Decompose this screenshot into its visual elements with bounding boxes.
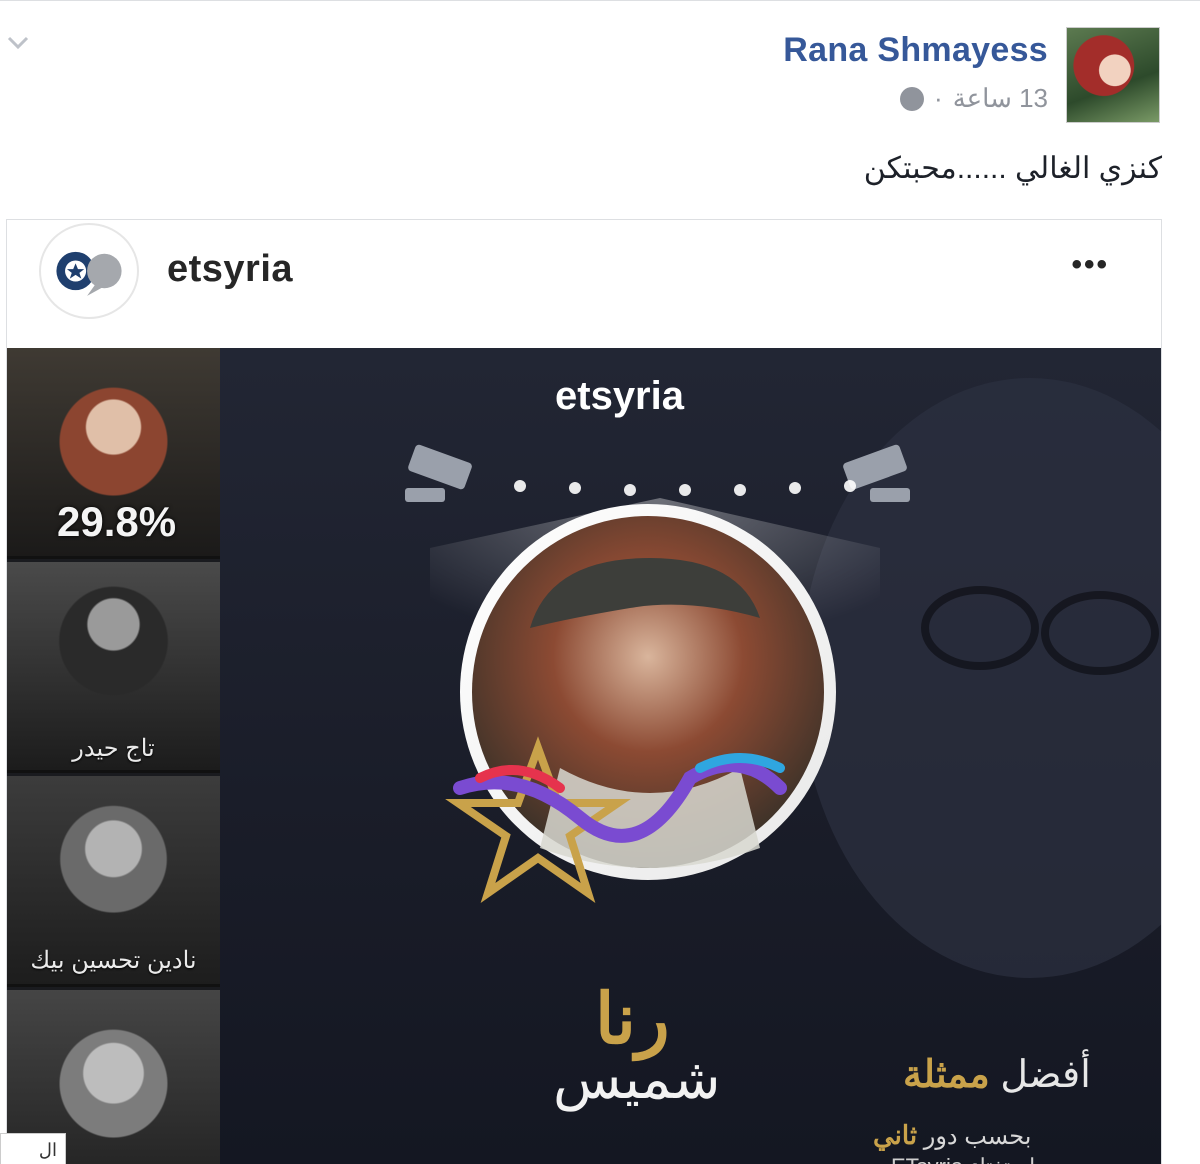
post-timestamp[interactable]: 13 ساعة <box>953 83 1048 114</box>
sidebar-ranking: 29.8% تاج حيدر نادين تحسين بيك <box>7 348 220 1164</box>
chevron-down-icon[interactable] <box>6 35 30 51</box>
globe-icon[interactable] <box>900 86 925 111</box>
partial-tag[interactable]: ال <box>0 1133 66 1164</box>
sidebar-tile-1[interactable]: 29.8% <box>7 348 220 559</box>
post-meta: 13 ساعة · <box>900 83 1048 114</box>
etsyria-logo-icon[interactable] <box>39 223 139 319</box>
candidate-name: تاج حيدر <box>72 735 155 762</box>
winner-last-name: شميس <box>553 1047 721 1110</box>
sidebar-tile-3[interactable]: نادين تحسين بيك <box>7 776 220 987</box>
sidebar-tile-2[interactable]: تاج حيدر <box>7 562 220 773</box>
stage-light-left <box>405 444 472 502</box>
instagram-account-name[interactable]: etsyria <box>167 248 293 291</box>
meta-separator: · <box>934 83 943 113</box>
facebook-post: Rana Shmayess 13 ساعة · كنزي الغالي ....… <box>0 0 1200 1164</box>
more-options-icon[interactable]: ••• <box>1071 248 1109 282</box>
author-avatar[interactable] <box>1066 27 1160 123</box>
award-title: أفضل ممثلة <box>903 1054 1091 1096</box>
author-name-link[interactable]: Rana Shmayess <box>783 31 1048 70</box>
post-image: 29.8% تاج حيدر نادين تحسين بيك etsyria ر… <box>7 348 1161 1164</box>
poster-background <box>405 378 1161 978</box>
award-subtitle: بحسب دور ثاني <box>873 1120 1032 1150</box>
candidate-name: نادين تحسين بيك <box>30 947 197 974</box>
vote-percentage: 29.8% <box>57 498 177 545</box>
instagram-header: etsyria ••• <box>7 220 1161 348</box>
shared-instagram-post[interactable]: etsyria ••• 29.8% تاج حيدر نادين تحسين ب… <box>6 219 1162 1164</box>
post-text: كنزي الغالي ......محبتكن <box>863 152 1162 185</box>
stage-light-dots <box>514 480 856 496</box>
etsyria-brand-text: etsyria <box>555 374 684 418</box>
